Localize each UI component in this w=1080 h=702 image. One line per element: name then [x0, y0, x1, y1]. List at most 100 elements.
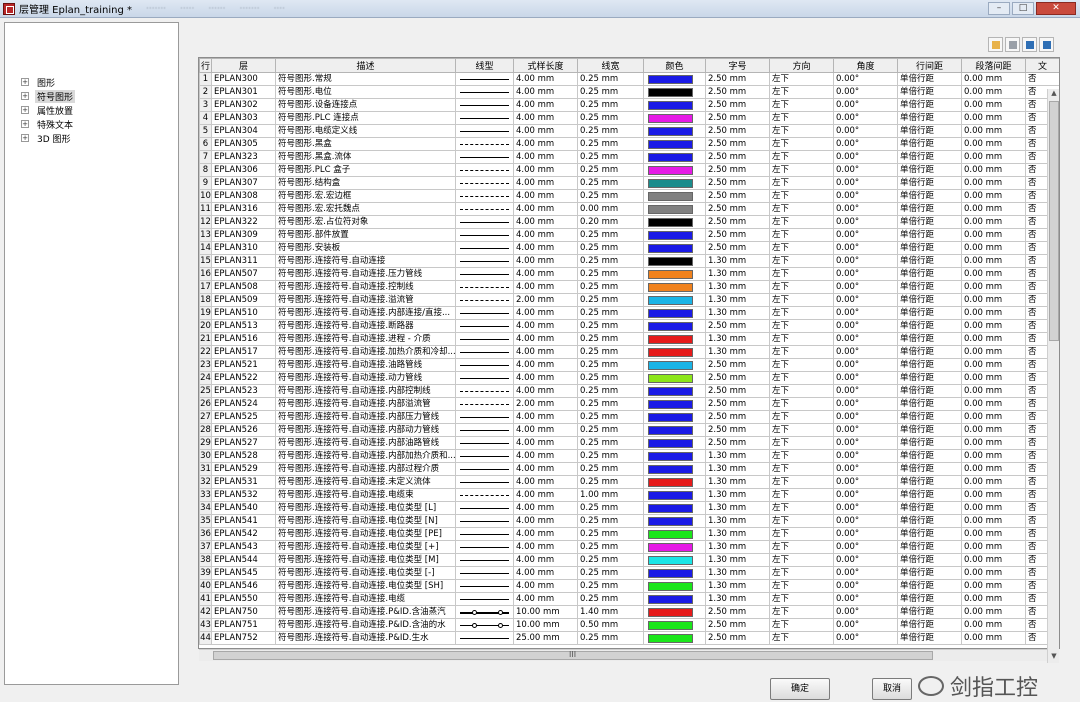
paragraph-spacing-cell[interactable]: 0.00 mm — [961, 540, 1026, 554]
direction-cell[interactable]: 左下 — [769, 241, 834, 255]
angle-cell[interactable]: 0.00° — [833, 514, 898, 528]
description-cell[interactable]: 符号图形.常规 — [275, 72, 456, 86]
table-row[interactable]: 32 EPLAN531 符号图形.连接符号.自动连接.未定义流体 4.00 mm 0.2… — [199, 475, 1059, 489]
paragraph-spacing-cell[interactable]: 0.00 mm — [961, 306, 1026, 320]
column-header[interactable]: 线型 — [455, 58, 514, 73]
description-cell[interactable]: 符号图形.连接符号.自动连接.内部控制线 — [275, 384, 456, 398]
angle-cell[interactable]: 0.00° — [833, 124, 898, 138]
pattern-length-cell[interactable]: 4.00 mm — [513, 332, 578, 346]
line-width-cell[interactable]: 0.00 mm — [577, 202, 644, 216]
font-size-cell[interactable]: 1.30 mm — [705, 501, 770, 515]
paragraph-spacing-cell[interactable]: 0.00 mm — [961, 462, 1026, 476]
linetype-cell[interactable] — [455, 592, 514, 606]
column-header[interactable]: 行间距 — [897, 58, 962, 73]
paragraph-spacing-cell[interactable]: 0.00 mm — [961, 176, 1026, 190]
color-cell[interactable] — [643, 592, 706, 606]
line-width-cell[interactable]: 0.25 mm — [577, 475, 644, 489]
line-width-cell[interactable]: 0.25 mm — [577, 384, 644, 398]
line-width-cell[interactable]: 1.40 mm — [577, 605, 644, 619]
table-row[interactable]: 37 EPLAN543 符号图形.连接符号.自动连接.电位类型 [+] 4.00 mm… — [199, 540, 1059, 554]
description-cell[interactable]: 符号图形.连接符号.自动连接.控制线 — [275, 280, 456, 294]
table-row[interactable]: 7 EPLAN323 符号图形.黑盒.流体 4.00 mm 0.25 mm 2.50 mm… — [199, 150, 1059, 164]
font-size-cell[interactable]: 2.50 mm — [705, 241, 770, 255]
table-row[interactable]: 1 EPLAN300 符号图形.常规 4.00 mm 0.25 mm 2.50 mm 左下 0… — [199, 72, 1059, 86]
line-spacing-cell[interactable]: 单倍行距 — [897, 475, 962, 489]
row-number[interactable]: 41 — [199, 592, 212, 606]
font-size-cell[interactable]: 2.50 mm — [705, 371, 770, 385]
line-width-cell[interactable]: 0.25 mm — [577, 111, 644, 125]
linetype-cell[interactable] — [455, 319, 514, 333]
pattern-length-cell[interactable]: 4.00 mm — [513, 449, 578, 463]
line-spacing-cell[interactable]: 单倍行距 — [897, 137, 962, 151]
font-size-cell[interactable]: 1.30 mm — [705, 449, 770, 463]
line-width-cell[interactable]: 0.25 mm — [577, 228, 644, 242]
line-width-cell[interactable]: 0.25 mm — [577, 371, 644, 385]
line-spacing-cell[interactable]: 单倍行距 — [897, 163, 962, 177]
linetype-cell[interactable] — [455, 358, 514, 372]
row-number[interactable]: 29 — [199, 436, 212, 450]
pattern-length-cell[interactable]: 4.00 mm — [513, 267, 578, 281]
layer-cell[interactable]: EPLAN544 — [211, 553, 276, 567]
font-size-cell[interactable]: 1.30 mm — [705, 345, 770, 359]
description-cell[interactable]: 符号图形.连接符号.自动连接.电位类型 [N] — [275, 514, 456, 528]
line-width-cell[interactable]: 0.25 mm — [577, 72, 644, 86]
font-size-cell[interactable]: 1.30 mm — [705, 293, 770, 307]
direction-cell[interactable]: 左下 — [769, 345, 834, 359]
table-row[interactable]: 6 EPLAN305 符号图形.黑盒 4.00 mm 0.25 mm 2.50 mm 左下 0… — [199, 137, 1059, 151]
linetype-cell[interactable] — [455, 397, 514, 411]
layer-cell[interactable]: EPLAN546 — [211, 579, 276, 593]
font-size-cell[interactable]: 1.30 mm — [705, 267, 770, 281]
color-cell[interactable] — [643, 618, 706, 632]
table-row[interactable]: 42 EPLAN750 符号图形.连接符号.自动连接.P&ID.含油蒸汽 10.00 … — [199, 605, 1059, 619]
direction-cell[interactable]: 左下 — [769, 488, 834, 502]
tree-item[interactable]: +3D 图形 — [5, 131, 178, 145]
row-number[interactable]: 40 — [199, 579, 212, 593]
delete-layer-button[interactable] — [1005, 37, 1020, 52]
row-number[interactable]: 43 — [199, 618, 212, 632]
font-size-cell[interactable]: 2.50 mm — [705, 410, 770, 424]
font-size-cell[interactable]: 1.30 mm — [705, 514, 770, 528]
column-header[interactable]: 方向 — [769, 58, 834, 73]
scroll-up-icon[interactable]: ▲ — [1048, 89, 1060, 100]
font-size-cell[interactable]: 1.30 mm — [705, 475, 770, 489]
linetype-cell[interactable] — [455, 462, 514, 476]
line-spacing-cell[interactable]: 单倍行距 — [897, 566, 962, 580]
ok-button[interactable]: 确定 — [770, 678, 830, 700]
menu-item[interactable]: ···· — [274, 4, 285, 14]
line-width-cell[interactable]: 0.25 mm — [577, 241, 644, 255]
direction-cell[interactable]: 左下 — [769, 280, 834, 294]
description-cell[interactable]: 符号图形.连接符号.自动连接.电位类型 [M] — [275, 553, 456, 567]
line-width-cell[interactable]: 0.25 mm — [577, 163, 644, 177]
line-spacing-cell[interactable]: 单倍行距 — [897, 228, 962, 242]
linetype-cell[interactable] — [455, 163, 514, 177]
font-size-cell[interactable]: 1.30 mm — [705, 254, 770, 268]
line-spacing-cell[interactable]: 单倍行距 — [897, 553, 962, 567]
line-width-cell[interactable]: 0.25 mm — [577, 540, 644, 554]
row-number[interactable]: 5 — [199, 124, 212, 138]
color-cell[interactable] — [643, 98, 706, 112]
font-size-cell[interactable]: 1.30 mm — [705, 462, 770, 476]
pattern-length-cell[interactable]: 4.00 mm — [513, 150, 578, 164]
table-row[interactable]: 17 EPLAN508 符号图形.连接符号.自动连接.控制线 4.00 mm 0.25 … — [199, 280, 1059, 294]
row-number[interactable]: 31 — [199, 462, 212, 476]
angle-cell[interactable]: 0.00° — [833, 176, 898, 190]
font-size-cell[interactable]: 2.50 mm — [705, 215, 770, 229]
row-number[interactable]: 26 — [199, 397, 212, 411]
linetype-cell[interactable] — [455, 345, 514, 359]
layer-cell[interactable]: EPLAN509 — [211, 293, 276, 307]
line-spacing-cell[interactable]: 单倍行距 — [897, 488, 962, 502]
color-cell[interactable] — [643, 488, 706, 502]
linetype-cell[interactable] — [455, 371, 514, 385]
direction-cell[interactable]: 左下 — [769, 618, 834, 632]
layer-cell[interactable]: EPLAN527 — [211, 436, 276, 450]
description-cell[interactable]: 符号图形.连接符号.自动连接.电位类型 [+] — [275, 540, 456, 554]
pattern-length-cell[interactable]: 4.00 mm — [513, 98, 578, 112]
font-size-cell[interactable]: 1.30 mm — [705, 566, 770, 580]
table-row[interactable]: 19 EPLAN510 符号图形.连接符号.自动连接.内部连接/直接... 4.00 … — [199, 306, 1059, 320]
pattern-length-cell[interactable]: 4.00 mm — [513, 553, 578, 567]
tree-item[interactable]: + 图形 — [5, 75, 178, 89]
paragraph-spacing-cell[interactable]: 0.00 mm — [961, 137, 1026, 151]
linetype-cell[interactable] — [455, 475, 514, 489]
column-header[interactable]: 行 — [199, 58, 212, 73]
row-number[interactable]: 22 — [199, 345, 212, 359]
